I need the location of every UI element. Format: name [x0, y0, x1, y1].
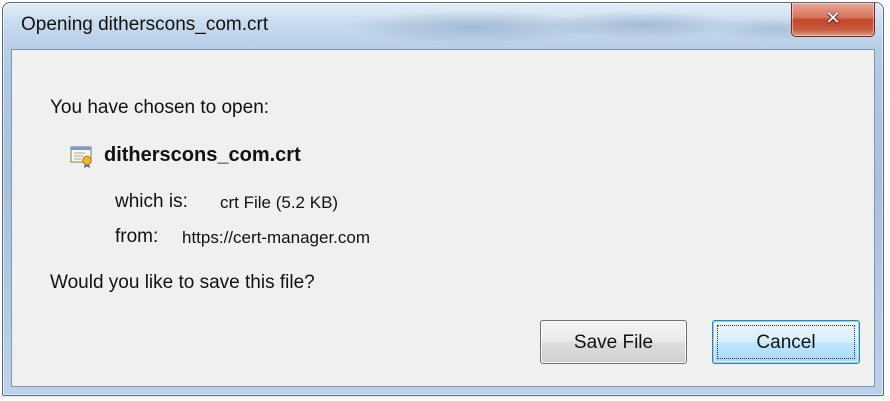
certificate-icon — [70, 145, 96, 169]
download-dialog: Opening ditherscons_com.crt ✕ You have c… — [2, 2, 884, 396]
close-icon: ✕ — [825, 8, 841, 29]
cancel-button-label: Cancel — [756, 332, 816, 353]
dialog-title: Opening ditherscons_com.crt — [21, 14, 269, 35]
file-source-label: from: — [115, 226, 159, 247]
file-type-label: which is: — [115, 191, 188, 212]
file-type-value: crt File (5.2 KB) — [220, 193, 339, 212]
save-file-button[interactable]: Save File — [540, 320, 687, 364]
file-source-value: https://cert-manager.com — [182, 228, 371, 247]
file-name: ditherscons_com.crt — [104, 144, 301, 166]
close-button[interactable]: ✕ — [791, 3, 875, 37]
open-prompt: You have chosen to open: — [50, 97, 270, 118]
dialog-body: You have chosen to open: ditherscons_com… — [11, 49, 875, 387]
save-file-button-label: Save File — [573, 332, 654, 353]
cancel-button[interactable]: Cancel — [712, 320, 860, 364]
save-question: Would you like to save this file? — [50, 272, 315, 293]
title-bar[interactable]: Opening ditherscons_com.crt ✕ — [3, 3, 883, 49]
window-shadow — [0, 396, 890, 401]
